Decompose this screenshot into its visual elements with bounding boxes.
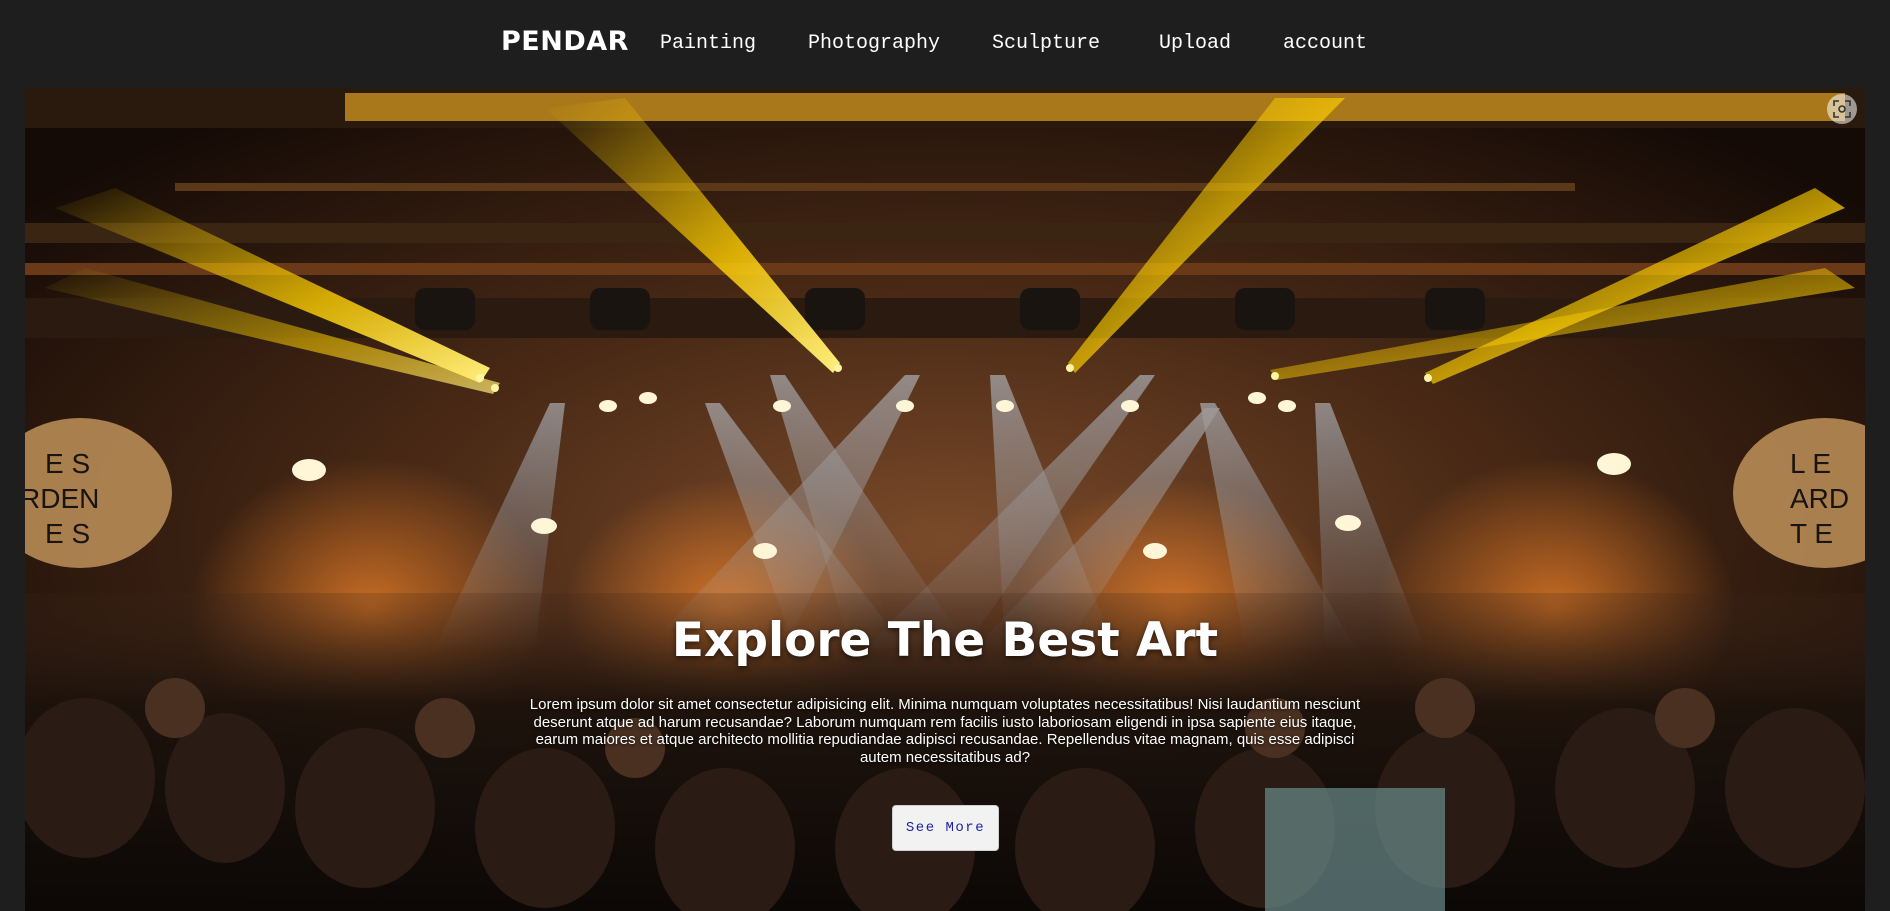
concert-photo: E S RDEN E S L E ARD T E xyxy=(25,88,1865,911)
top-navigation-bar: PENDAR Painting Photography Sculpture Up… xyxy=(0,0,1890,88)
svg-text:T E: T E xyxy=(1790,518,1833,549)
svg-text:RDEN: RDEN xyxy=(25,483,99,514)
nav-link-painting[interactable]: Painting xyxy=(660,32,756,55)
hero-banner: E S RDEN E S L E ARD T E Explore The Bes… xyxy=(25,88,1865,911)
svg-text:ARD: ARD xyxy=(1790,483,1849,514)
see-more-button[interactable]: See More xyxy=(892,805,999,851)
svg-text:E S: E S xyxy=(45,518,90,549)
svg-text:L E: L E xyxy=(1790,448,1831,479)
nav-link-sculpture[interactable]: Sculpture xyxy=(992,32,1100,55)
nav-link-upload[interactable]: Upload xyxy=(1159,32,1231,55)
hero-title: Explore The Best Art xyxy=(671,613,1219,668)
brand-logo[interactable]: PENDAR xyxy=(501,26,629,57)
hero-description: Lorem ipsum dolor sit amet consectetur a… xyxy=(529,696,1361,766)
svg-text:E S: E S xyxy=(45,448,90,479)
nav-link-photography[interactable]: Photography xyxy=(808,32,940,55)
lens-scan-icon[interactable] xyxy=(1827,94,1857,124)
nav-link-account[interactable]: account xyxy=(1283,32,1367,55)
